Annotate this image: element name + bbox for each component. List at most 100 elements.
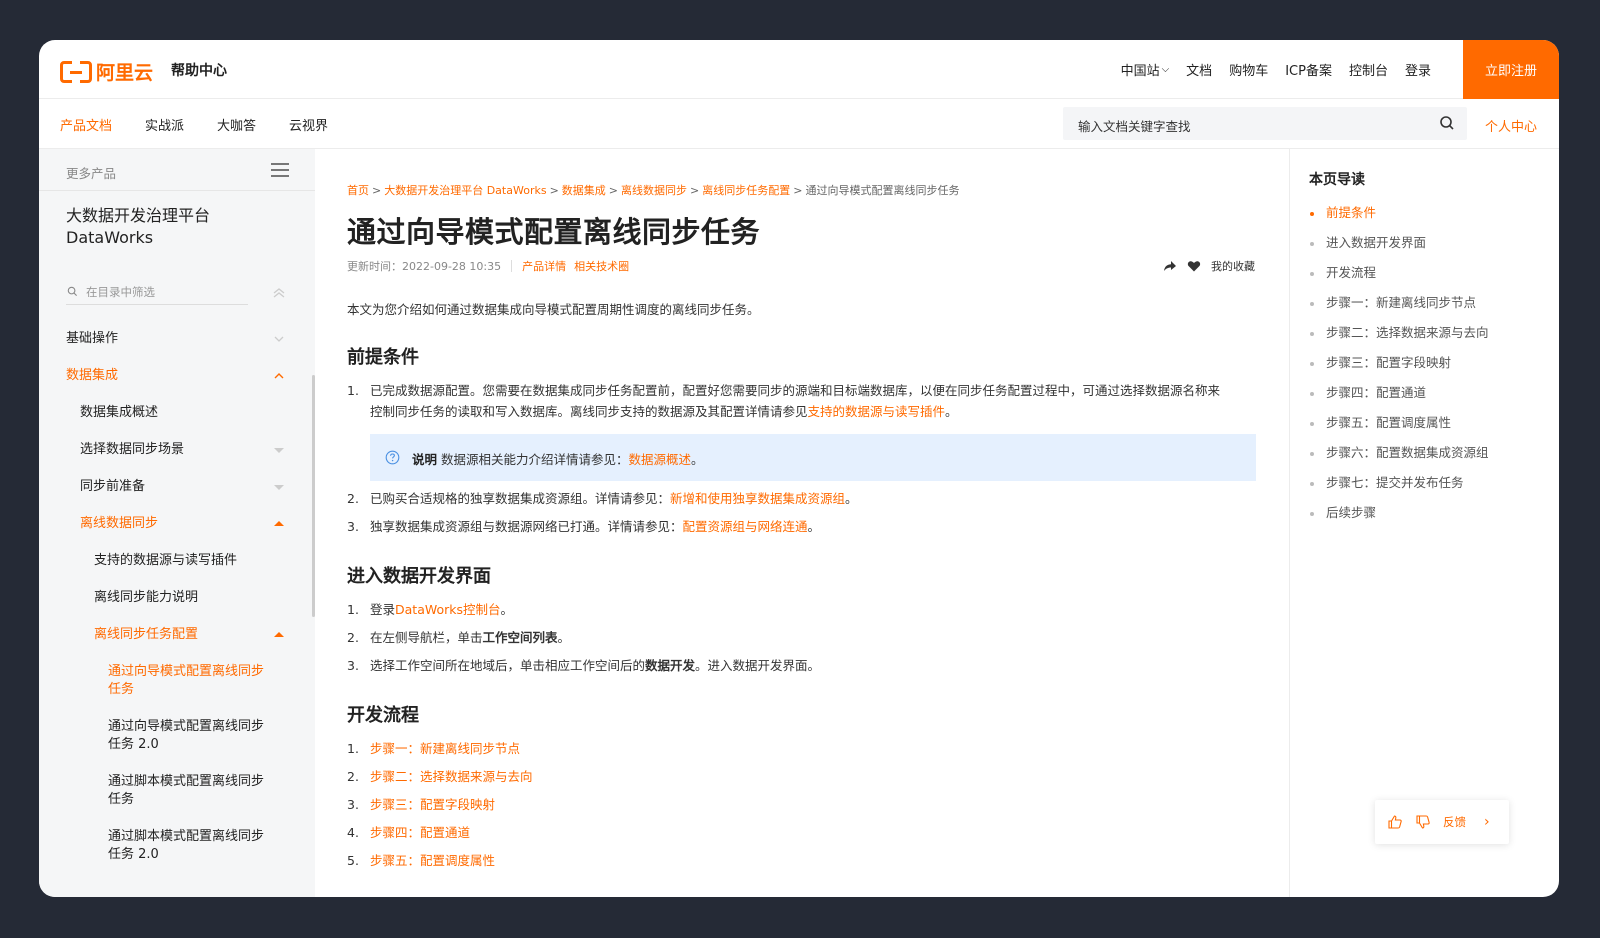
- breadcrumb-current: 通过向导模式配置离线同步任务: [805, 184, 960, 197]
- list-item: 3. 选择工作空间所在地域后，单击相应工作空间后的数据开发。进入数据开发界面。: [347, 658, 821, 673]
- share-icon[interactable]: [1163, 259, 1177, 273]
- toc-item[interactable]: 步骤四：配置通道: [1309, 381, 1509, 411]
- nav-login[interactable]: 登录: [1405, 60, 1431, 79]
- register-button[interactable]: 立即注册: [1463, 40, 1559, 99]
- breadcrumb-data-integration[interactable]: 数据集成: [562, 184, 606, 197]
- data-source-overview-link[interactable]: 数据源概述: [629, 452, 692, 467]
- more-products[interactable]: 更多产品: [66, 163, 116, 182]
- article-actions: 我的收藏: [1163, 258, 1255, 274]
- caret-up-icon[interactable]: [274, 521, 284, 526]
- enter-dev-list: 1. 登录DataWorks控制台。 2. 在左侧导航栏，单击工作空间列表。 3. 选…: [347, 599, 1255, 676]
- tree-item-overview[interactable]: 数据集成概述: [80, 404, 280, 422]
- tree-item-capability[interactable]: 离线同步能力说明: [94, 589, 284, 607]
- tree-item-supported-sources[interactable]: 支持的数据源与读写插件: [94, 552, 284, 570]
- caret-down-icon[interactable]: [274, 448, 284, 453]
- step4-link[interactable]: 步骤四：配置通道: [370, 825, 470, 840]
- toc-item[interactable]: 步骤六：配置数据集成资源组: [1309, 441, 1509, 471]
- breadcrumb-dataworks[interactable]: 大数据开发治理平台 DataWorks: [384, 184, 546, 197]
- supported-sources-link[interactable]: 支持的数据源与读写插件: [808, 404, 946, 419]
- step1-link[interactable]: 步骤一：新建离线同步节点: [370, 741, 520, 756]
- caret-down-icon[interactable]: [274, 485, 284, 490]
- nav-console[interactable]: 控制台: [1349, 60, 1388, 79]
- tab-expert-qa[interactable]: 大咖答: [217, 115, 256, 134]
- toc-item[interactable]: 步骤七：提交并发布任务: [1309, 471, 1509, 501]
- list-item: 2. 已购买合适规格的独享数据集成资源组。详情请参见：新增和使用独享数据集成资源组…: [347, 491, 858, 506]
- toc-item[interactable]: 开发流程: [1309, 261, 1509, 291]
- nav-icp[interactable]: ICP备案: [1285, 60, 1332, 79]
- help-center-title[interactable]: 帮助中心: [171, 60, 227, 80]
- sub-nav: 产品文档 实战派 大咖答 云视界 输入文档关键字查找 个人中心: [39, 99, 1559, 149]
- tree-item-data-integration[interactable]: 数据集成: [66, 367, 296, 385]
- aliyun-logo[interactable]: 阿里云: [60, 58, 153, 85]
- tech-circle-link[interactable]: 相关技术圈: [574, 258, 629, 274]
- menu-icon[interactable]: [271, 163, 289, 177]
- tree-item-wizard-mode[interactable]: 通过向导模式配置离线同步任务: [108, 663, 270, 699]
- divider: [39, 190, 315, 191]
- chevron-up-icon[interactable]: [273, 370, 285, 382]
- tree-item-script-mode[interactable]: 通过脚本模式配置离线同步任务: [108, 773, 270, 809]
- thumbs-down-icon[interactable]: [1415, 814, 1431, 830]
- toc-item[interactable]: 进入数据开发界面: [1309, 231, 1509, 261]
- top-nav: 中国站 ⌵ 文档 购物车 ICP备案 控制台 登录: [1121, 60, 1431, 79]
- toc-item[interactable]: 步骤五：配置调度属性: [1309, 411, 1509, 441]
- tab-practice[interactable]: 实战派: [145, 115, 184, 134]
- divider: [511, 260, 513, 272]
- filter-placeholder: 在目录中筛选: [86, 285, 155, 299]
- prereq-list-cont: 2. 已购买合适规格的独享数据集成资源组。详情请参见：新增和使用独享数据集成资源组…: [347, 488, 1255, 537]
- search-input[interactable]: 输入文档关键字查找: [1063, 107, 1467, 140]
- step2-link[interactable]: 步骤二：选择数据来源与去向: [370, 769, 533, 784]
- favorite-link[interactable]: 我的收藏: [1211, 258, 1255, 274]
- tree-item-basic-ops[interactable]: 基础操作: [66, 330, 296, 348]
- page-toc: 本页导读 前提条件 进入数据开发界面 开发流程 步骤一：新建离线同步节点 步骤二…: [1290, 149, 1559, 897]
- product-detail-link[interactable]: 产品详情: [522, 258, 566, 274]
- breadcrumb-task-config[interactable]: 离线同步任务配置: [702, 184, 790, 197]
- personal-center-link[interactable]: 个人中心: [1485, 116, 1537, 135]
- thumbs-up-icon[interactable]: [1387, 814, 1403, 830]
- feedback-label[interactable]: 反馈: [1443, 814, 1466, 830]
- step5-link[interactable]: 步骤五：配置调度属性: [370, 853, 495, 868]
- dataworks-console-link[interactable]: DataWorks控制台: [395, 602, 501, 617]
- nav-site-selector[interactable]: 中国站 ⌵: [1121, 60, 1170, 79]
- breadcrumb: 首页 > 大数据开发治理平台 DataWorks > 数据集成 > 离线数据同步 > 离线同步任…: [347, 184, 960, 197]
- list-item: 3. 步骤三：配置字段映射: [347, 797, 496, 812]
- caret-up-icon[interactable]: [274, 632, 284, 637]
- nav-cart[interactable]: 购物车: [1229, 60, 1268, 79]
- tree-item-sync-prep[interactable]: 同步前准备: [80, 478, 280, 496]
- top-header: 阿里云 帮助中心 中国站 ⌵ 文档 购物车 ICP备案 控制台 登录 立即注册: [39, 40, 1559, 99]
- search-placeholder: 输入文档关键字查找: [1078, 119, 1191, 134]
- toc-title: 本页导读: [1309, 172, 1365, 188]
- section-heading-enter-dev: 进入数据开发界面: [347, 566, 491, 587]
- browser-window: 阿里云 帮助中心 中国站 ⌵ 文档 购物车 ICP备案 控制台 登录 立即注册 产…: [39, 40, 1559, 897]
- search-icon: [67, 286, 78, 297]
- toc-item[interactable]: 步骤三：配置字段映射: [1309, 351, 1509, 381]
- tree-item-offline-sync[interactable]: 离线数据同步: [80, 515, 280, 533]
- step3-link[interactable]: 步骤三：配置字段映射: [370, 797, 495, 812]
- toc-item[interactable]: 前提条件: [1309, 201, 1509, 231]
- toc-item[interactable]: 步骤二：选择数据来源与去向: [1309, 321, 1509, 351]
- breadcrumb-offline-sync[interactable]: 离线数据同步: [621, 184, 687, 197]
- heart-icon[interactable]: [1187, 259, 1201, 273]
- article-content: 首页 > 大数据开发治理平台 DataWorks > 数据集成 > 离线数据同步 > 离线同步任…: [315, 149, 1289, 897]
- tree-item-task-config[interactable]: 离线同步任务配置: [94, 626, 284, 644]
- breadcrumb-home[interactable]: 首页: [347, 184, 369, 197]
- tree-item-sync-scenario[interactable]: 选择数据同步场景: [80, 441, 280, 459]
- chevron-right-icon[interactable]: ›: [1484, 814, 1490, 830]
- tab-product-docs[interactable]: 产品文档: [60, 115, 112, 134]
- question-circle-icon: [385, 450, 400, 465]
- feedback-widget: 反馈 ›: [1375, 800, 1509, 844]
- collapse-all-icon[interactable]: [272, 286, 286, 300]
- updated-time: 更新时间：2022-09-28 10:35: [347, 260, 502, 273]
- catalog-filter-input[interactable]: 在目录中筛选: [66, 283, 248, 305]
- tab-cloud-view[interactable]: 云视界: [289, 115, 328, 134]
- section-heading-dev-flow: 开发流程: [347, 705, 419, 726]
- search-icon[interactable]: [1439, 115, 1455, 131]
- nav-docs[interactable]: 文档: [1186, 60, 1212, 79]
- resource-group-link[interactable]: 新增和使用独享数据集成资源组: [670, 491, 845, 506]
- tree-item-wizard-mode-2[interactable]: 通过向导模式配置离线同步任务 2.0: [108, 718, 270, 754]
- chevron-down-icon[interactable]: [273, 333, 285, 345]
- intro-text: 本文为您介绍如何通过数据集成向导模式配置周期性调度的离线同步任务。: [347, 302, 760, 317]
- toc-item[interactable]: 后续步骤: [1309, 501, 1509, 531]
- network-config-link[interactable]: 配置资源组与网络连通: [683, 519, 808, 534]
- tree-item-script-mode-2[interactable]: 通过脚本模式配置离线同步任务 2.0: [108, 828, 270, 864]
- toc-item[interactable]: 步骤一：新建离线同步节点: [1309, 291, 1509, 321]
